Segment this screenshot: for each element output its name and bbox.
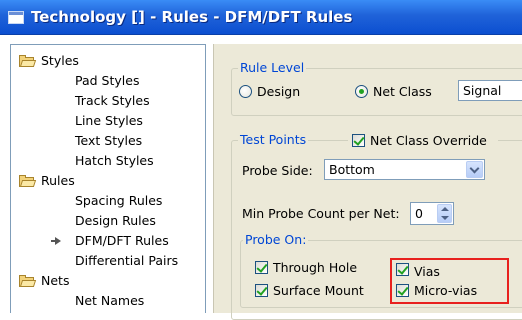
window-title-bar[interactable]: Technology [] - Rules - DFM/DFT Rules [0, 0, 522, 35]
probe-side-label: Probe Side: [242, 163, 313, 178]
through-hole-label[interactable]: Through Hole [273, 261, 357, 275]
probe-on-label: Probe On: [243, 232, 309, 247]
tree-item-label: Rules [41, 173, 75, 188]
tree-item-label: Spacing Rules [75, 193, 163, 208]
test-points-label: Test Points [238, 132, 309, 147]
tree-item-pad-styles[interactable]: Pad Styles [11, 71, 205, 91]
tree-item-label: Line Styles [75, 113, 143, 128]
spin-up-icon[interactable] [441, 207, 449, 211]
highlight-box [390, 258, 509, 304]
check-icon [353, 134, 365, 146]
tree-item-track-styles[interactable]: Track Styles [11, 91, 205, 111]
tree-item-label: Design Rules [75, 213, 156, 228]
chevron-down-icon [469, 163, 480, 174]
tree-item-hatch-styles[interactable]: Hatch Styles [11, 151, 205, 171]
through-hole-checkbox[interactable] [255, 261, 268, 274]
min-probe-count-label: Min Probe Count per Net: [242, 206, 400, 221]
tree-item-design-rules[interactable]: Design Rules [11, 211, 205, 231]
tree-item-label: Track Styles [75, 93, 150, 108]
tree-item-net-names[interactable]: Net Names [11, 291, 205, 311]
rule-level-label: Rule Level [238, 60, 307, 75]
rule-level-group: Rule Level Design Net Class Signal [231, 61, 522, 116]
dropdown-button[interactable] [466, 161, 483, 178]
tree-item-label: Differential Pairs [75, 253, 179, 268]
radio-selected-dot [359, 89, 364, 94]
surface-mount-label[interactable]: Surface Mount [273, 284, 364, 298]
probe-side-select[interactable]: Bottom [324, 159, 485, 180]
design-radio-label[interactable]: Design [257, 85, 300, 99]
net-class-radio[interactable] [355, 85, 368, 98]
tree-item-dfm-dft-rules[interactable]: DFM/DFT Rules [11, 231, 205, 251]
tree-item-label: Styles [41, 53, 79, 68]
tree-item-differential-pairs[interactable]: Differential Pairs [11, 251, 205, 271]
tree-item-line-styles[interactable]: Line Styles [11, 111, 205, 131]
window-icon [8, 10, 24, 24]
tree-item-spacing-rules[interactable]: Spacing Rules [11, 191, 205, 211]
tree-item-styles[interactable]: Styles [11, 51, 205, 71]
net-class-radio-label[interactable]: Net Class [373, 85, 432, 99]
folder-icon [19, 175, 37, 187]
check-icon [256, 284, 268, 296]
tree-item-label: Hatch Styles [75, 153, 154, 168]
window-title: Technology [] - Rules - DFM/DFT Rules [31, 8, 353, 26]
navigation-tree[interactable]: Styles Pad Styles Track Styles Line Styl… [10, 44, 206, 313]
tree-item-text-styles[interactable]: Text Styles [11, 131, 205, 151]
tree-item-label: Nets [41, 273, 70, 288]
spinner-buttons[interactable] [437, 204, 452, 223]
net-class-select[interactable]: Signal [458, 80, 522, 101]
net-class-override-checkbox[interactable] [352, 134, 365, 147]
tree-item-label: Pad Styles [75, 73, 140, 88]
tree-item-label: Net Names [75, 293, 145, 308]
tree-item-label: DFM/DFT Rules [75, 233, 169, 248]
folder-icon [19, 275, 37, 287]
design-radio[interactable] [239, 85, 252, 98]
min-probe-count-value: 0 [415, 206, 423, 221]
check-icon [256, 261, 268, 273]
tree-item-nets[interactable]: Nets [11, 271, 205, 291]
spin-down-icon[interactable] [441, 216, 449, 220]
arrow-right-icon [51, 237, 61, 245]
surface-mount-checkbox[interactable] [255, 284, 268, 297]
tree-item-rules[interactable]: Rules [11, 171, 205, 191]
tree-item-label: Text Styles [75, 133, 143, 148]
net-class-override-label[interactable]: Net Class Override [370, 134, 487, 148]
folder-icon [19, 55, 37, 67]
net-class-value: Signal [463, 83, 502, 98]
override-container: Net Class Override [348, 132, 498, 150]
probe-side-value: Bottom [329, 162, 375, 177]
min-probe-count-spinner[interactable]: 0 [410, 202, 454, 225]
